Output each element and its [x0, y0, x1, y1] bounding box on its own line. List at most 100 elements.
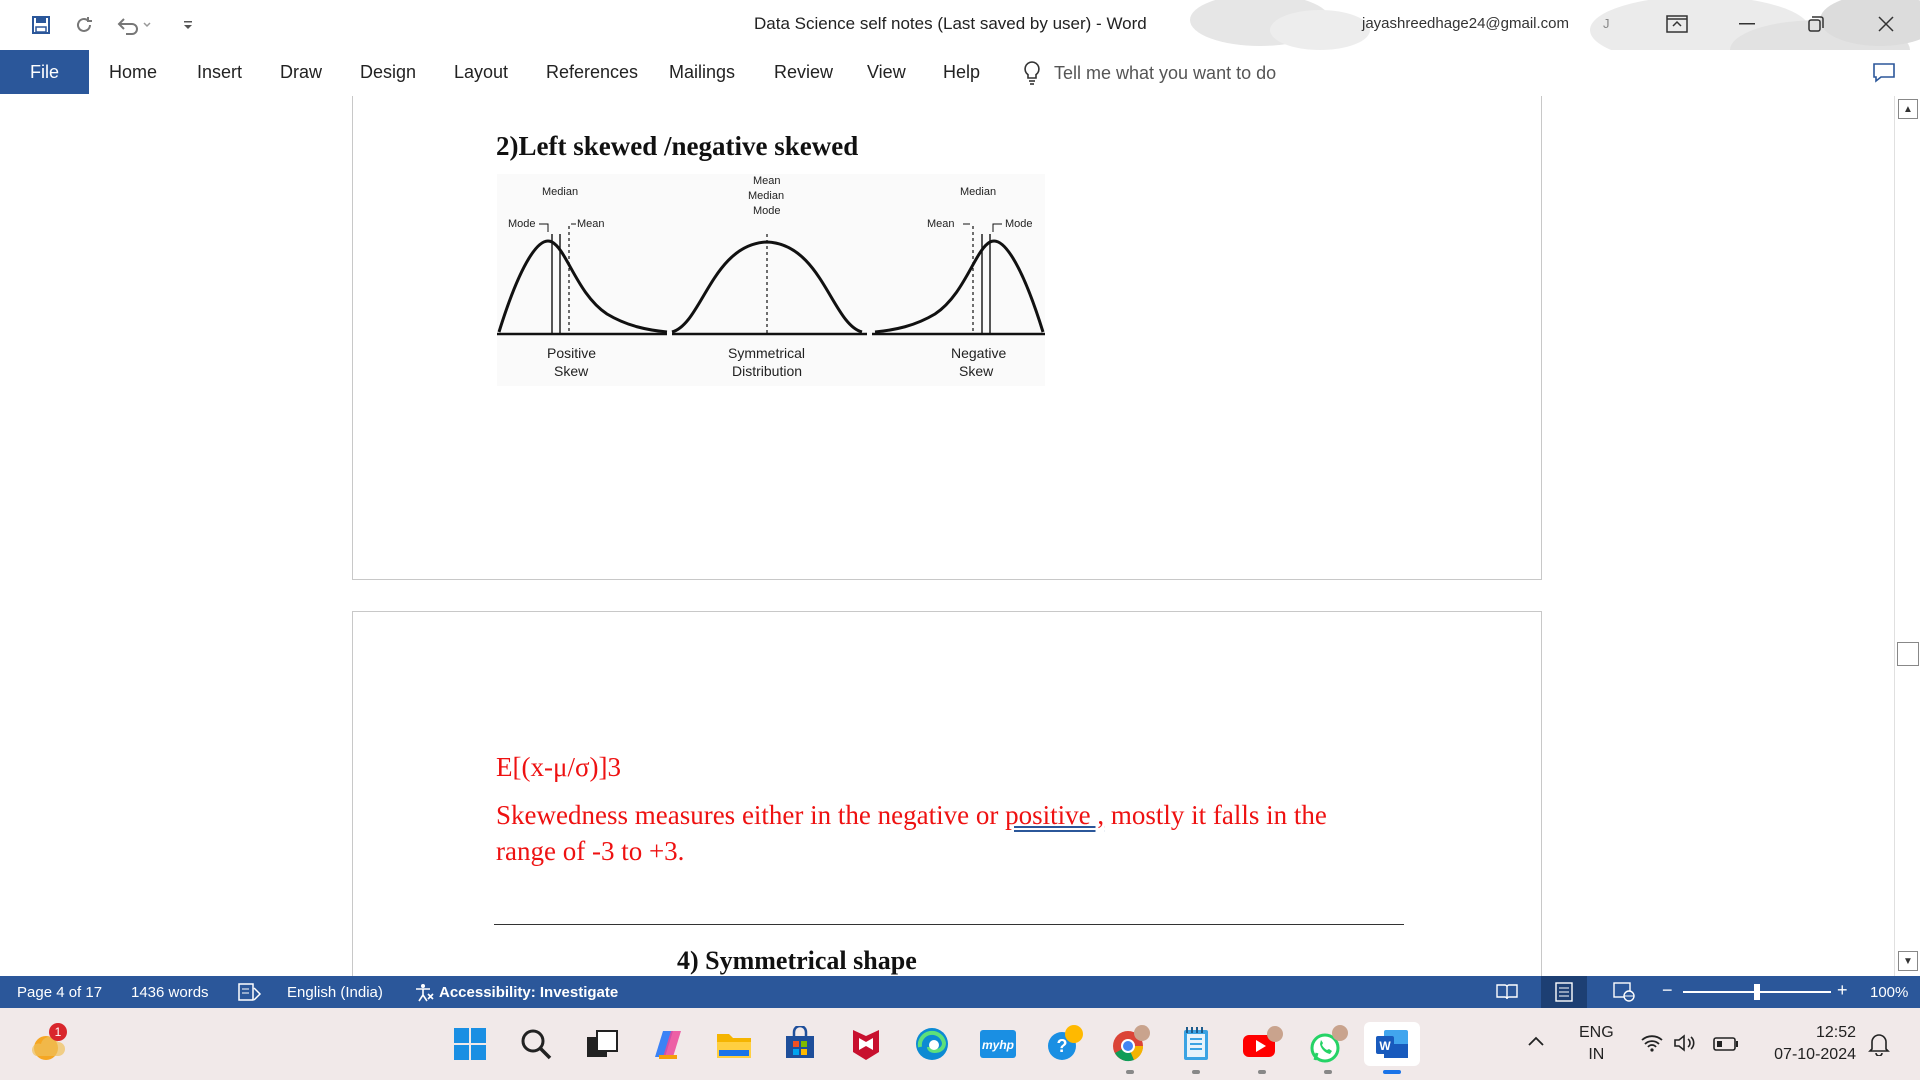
document-page[interactable]: 2)Left skewed /negative skewed Median Mo… [352, 96, 1542, 580]
weather-widget-icon[interactable]: 1 [26, 1022, 70, 1066]
tab-mailings[interactable]: Mailings [669, 62, 735, 83]
get-help-icon[interactable]: ? [1042, 1022, 1086, 1066]
save-icon[interactable] [27, 12, 55, 38]
tell-me-search[interactable]: Tell me what you want to do [1022, 60, 1276, 86]
right-caption-1: Negative [951, 345, 1006, 361]
ribbon-display-options-icon[interactable] [1653, 8, 1701, 40]
left-caption-2: Skew [554, 363, 589, 379]
skewness-formula: E[(x-μ/σ)]3 [496, 752, 621, 782]
myhp-icon[interactable]: myhp [976, 1022, 1020, 1066]
microsoft-store-icon[interactable] [778, 1022, 822, 1066]
copilot-icon[interactable] [646, 1022, 690, 1066]
tab-view[interactable]: View [867, 62, 906, 83]
svg-text:W: W [1379, 1039, 1391, 1053]
file-explorer-icon[interactable] [712, 1022, 756, 1066]
active-indicator [1383, 1070, 1401, 1074]
tab-insert[interactable]: Insert [197, 62, 242, 83]
skewness-figure: Median Mode Mean Positive Skew Mean Medi… [497, 174, 1045, 386]
read-mode-icon[interactable] [1484, 976, 1530, 1008]
svg-text:?: ? [1057, 1036, 1068, 1056]
scroll-down-arrow-icon[interactable]: ▼ [1898, 951, 1918, 971]
battery-icon[interactable] [1713, 1036, 1739, 1058]
language-status[interactable]: English (India) [287, 984, 383, 1001]
accessibility-icon[interactable] [413, 982, 435, 1006]
print-layout-icon[interactable] [1541, 976, 1587, 1008]
document-page[interactable]: E[(x-μ/σ)]3 Skewedness measures either i… [352, 611, 1542, 976]
tab-layout[interactable]: Layout [454, 62, 508, 83]
running-indicator [1324, 1070, 1332, 1074]
youtube-icon[interactable] [1240, 1022, 1284, 1074]
tab-design[interactable]: Design [360, 62, 416, 83]
windows-taskbar: 1 myhp ? W ENG IN 12:52 07-10-2024 [0, 1008, 1920, 1080]
minimize-icon[interactable] [1723, 8, 1771, 40]
accessibility-status[interactable]: Accessibility: Investigate [439, 984, 618, 1001]
restore-icon[interactable] [1792, 8, 1840, 40]
wifi-icon[interactable] [1640, 1034, 1664, 1059]
clock[interactable]: 12:52 07-10-2024 [1760, 1022, 1856, 1066]
notification-bell-icon[interactable] [1868, 1032, 1890, 1063]
vertical-scrollbar[interactable]: ▲ ▼ [1894, 96, 1920, 976]
language-line-1: ENG [1579, 1024, 1614, 1041]
skewness-paragraph: Skewedness measures either in the negati… [496, 797, 1376, 869]
comments-icon[interactable] [1872, 62, 1896, 89]
word-count[interactable]: 1436 words [131, 984, 209, 1001]
account-email[interactable]: jayashreedhage24@gmail.com [1362, 15, 1569, 32]
mcafee-icon[interactable] [844, 1022, 888, 1066]
mid-top-label-1: Mean [753, 175, 781, 187]
language-line-2: IN [1588, 1046, 1605, 1063]
left-mode-label: Mode [508, 218, 536, 230]
running-indicator [1258, 1070, 1266, 1074]
ribbon-tabs: File Home Insert Draw Design Layout Refe… [0, 50, 1920, 96]
left-caption-1: Positive [547, 345, 596, 361]
tab-file[interactable]: File [0, 50, 89, 94]
running-indicator [1192, 1070, 1200, 1074]
scrollbar-thumb[interactable] [1897, 642, 1919, 666]
document-title: Data Science self notes (Last saved by u… [754, 14, 1147, 33]
clock-date: 07-10-2024 [1774, 1046, 1856, 1063]
svg-text:myhp: myhp [982, 1038, 1014, 1052]
windows-start-icon[interactable] [448, 1022, 492, 1066]
notepad-icon[interactable] [1174, 1022, 1218, 1074]
volume-icon[interactable] [1673, 1034, 1697, 1059]
chrome-icon[interactable] [1108, 1022, 1152, 1074]
grammar-flagged-word[interactable]: positive , [1005, 800, 1104, 830]
scroll-up-arrow-icon[interactable]: ▲ [1898, 99, 1918, 119]
paragraph-text: Skewedness measures either in the negati… [496, 800, 1006, 830]
customize-quick-access-icon[interactable] [174, 12, 202, 38]
whatsapp-icon[interactable] [1306, 1022, 1350, 1074]
right-top-label: Median [960, 186, 996, 198]
zoom-slider-thumb[interactable] [1754, 984, 1760, 1000]
tab-references[interactable]: References [546, 62, 638, 83]
undo-icon[interactable] [112, 12, 156, 38]
account-avatar[interactable]: J [1603, 16, 1610, 31]
zoom-in-icon[interactable]: + [1837, 980, 1848, 1001]
zoom-level[interactable]: 100% [1870, 984, 1908, 1001]
mid-caption-1: Symmetrical [728, 345, 805, 361]
horizontal-rule [494, 924, 1404, 925]
left-mean-label: Mean [577, 218, 605, 230]
mid-top-label-2: Median [748, 190, 784, 202]
task-view-icon[interactable] [580, 1022, 624, 1066]
autosave-icon[interactable] [70, 12, 98, 38]
close-icon[interactable] [1862, 8, 1910, 40]
edge-icon[interactable] [910, 1022, 954, 1066]
show-hidden-icons[interactable] [1527, 1032, 1545, 1054]
tab-help[interactable]: Help [943, 62, 980, 83]
heading-symmetrical-shape: 4) Symmetrical shape [677, 946, 917, 975]
web-layout-icon[interactable] [1601, 976, 1647, 1008]
proofing-icon[interactable] [238, 982, 262, 1006]
page-count[interactable]: Page 4 of 17 [17, 984, 102, 1001]
zoom-out-icon[interactable]: − [1662, 980, 1673, 1001]
clock-time: 12:52 [1815, 1024, 1856, 1041]
tab-review[interactable]: Review [774, 62, 833, 83]
tell-me-placeholder: Tell me what you want to do [1054, 62, 1277, 83]
heading-left-skewed: 2)Left skewed /negative skewed [496, 131, 859, 161]
search-icon[interactable] [514, 1022, 558, 1066]
title-bar: Data Science self notes (Last saved by u… [0, 0, 1920, 90]
input-language[interactable]: ENG IN [1579, 1022, 1614, 1066]
status-bar: Page 4 of 17 1436 words English (India) … [0, 976, 1920, 1008]
document-canvas[interactable]: 2)Left skewed /negative skewed Median Mo… [0, 96, 1894, 976]
tab-draw[interactable]: Draw [280, 62, 322, 83]
tab-home[interactable]: Home [109, 62, 157, 83]
word-taskbar-icon[interactable]: W [1364, 1022, 1420, 1074]
